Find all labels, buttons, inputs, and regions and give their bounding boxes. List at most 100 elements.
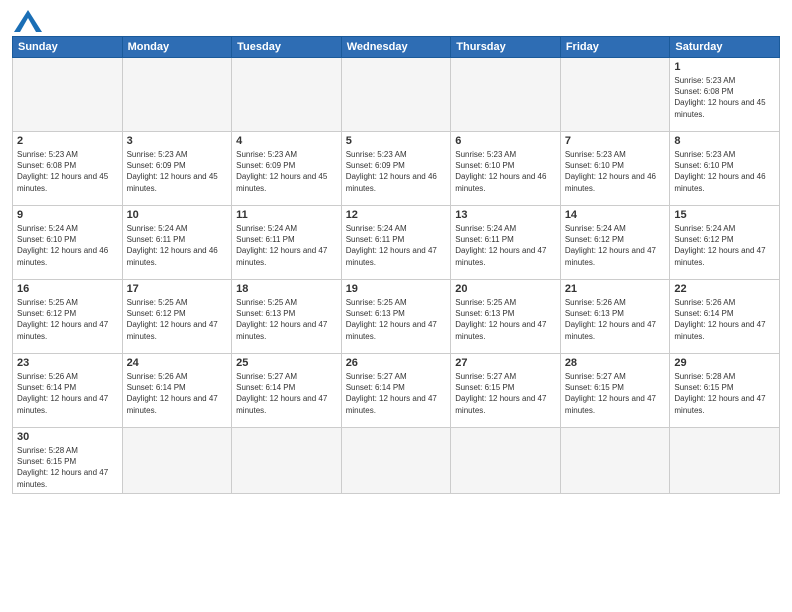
weekday-header-row: SundayMondayTuesdayWednesdayThursdayFrid… — [13, 37, 780, 58]
day-info: Sunrise: 5:28 AM Sunset: 6:15 PM Dayligh… — [17, 445, 118, 490]
calendar-cell: 17 Sunrise: 5:25 AM Sunset: 6:12 PM Dayli… — [122, 280, 232, 354]
day-number: 12 — [346, 209, 447, 221]
day-info: Sunrise: 5:25 AM Sunset: 6:13 PM Dayligh… — [236, 297, 337, 342]
calendar-week-row: 9Sunrise: 5:24 AM Sunset: 6:10 PM Daylig… — [13, 206, 780, 280]
day-info: Sunrise: 5:26 AM Sunset: 6:13 PM Dayligh… — [565, 297, 666, 342]
day-number: 2 — [17, 135, 118, 147]
day-info: Sunrise: 5:24 AM Sunset: 6:11 PM Dayligh… — [127, 223, 228, 268]
calendar-cell: 30 Sunrise: 5:28 AM Sunset: 6:15 PM Dayli… — [13, 428, 123, 494]
calendar-cell — [670, 428, 780, 494]
day-info: Sunrise: 5:23 AM Sunset: 6:08 PM Dayligh… — [17, 149, 118, 194]
day-info: Sunrise: 5:24 AM Sunset: 6:12 PM Dayligh… — [565, 223, 666, 268]
calendar-cell: 1 Sunrise: 5:23 AM Sunset: 6:08 PM Daylig… — [670, 58, 780, 132]
logo — [12, 10, 42, 32]
calendar-cell: 27Sunrise: 5:27 AM Sunset: 6:15 PM Dayli… — [451, 354, 561, 428]
day-number: 3 — [127, 135, 228, 147]
calendar-week-row: 1 Sunrise: 5:23 AM Sunset: 6:08 PM Daylig… — [13, 58, 780, 132]
calendar-cell: 28 Sunrise: 5:27 AM Sunset: 6:15 PM Dayli… — [560, 354, 670, 428]
day-number: 1 — [674, 61, 775, 73]
calendar-cell: 8 Sunrise: 5:23 AM Sunset: 6:10 PM Daylig… — [670, 132, 780, 206]
day-number: 17 — [127, 283, 228, 295]
calendar-cell: 5Sunrise: 5:23 AM Sunset: 6:09 PM Daylig… — [341, 132, 451, 206]
calendar-week-row: 23 Sunrise: 5:26 AM Sunset: 6:14 PM Dayli… — [13, 354, 780, 428]
day-number: 19 — [346, 283, 447, 295]
day-info: Sunrise: 5:28 AM Sunset: 6:15 PM Dayligh… — [674, 371, 775, 416]
day-info: Sunrise: 5:27 AM Sunset: 6:15 PM Dayligh… — [455, 371, 556, 416]
logo-icon — [14, 10, 42, 32]
weekday-header-sunday: Sunday — [13, 37, 123, 58]
calendar-cell — [122, 58, 232, 132]
calendar-cell — [341, 428, 451, 494]
day-info: Sunrise: 5:27 AM Sunset: 6:14 PM Dayligh… — [236, 371, 337, 416]
calendar-table: SundayMondayTuesdayWednesdayThursdayFrid… — [12, 36, 780, 494]
calendar-cell: 29 Sunrise: 5:28 AM Sunset: 6:15 PM Dayli… — [670, 354, 780, 428]
weekday-header-wednesday: Wednesday — [341, 37, 451, 58]
calendar-cell: 13 Sunrise: 5:24 AM Sunset: 6:11 PM Dayli… — [451, 206, 561, 280]
day-number: 13 — [455, 209, 556, 221]
day-info: Sunrise: 5:23 AM Sunset: 6:10 PM Dayligh… — [674, 149, 775, 194]
day-info: Sunrise: 5:25 AM Sunset: 6:12 PM Dayligh… — [17, 297, 118, 342]
day-info: Sunrise: 5:27 AM Sunset: 6:15 PM Dayligh… — [565, 371, 666, 416]
calendar-cell — [232, 58, 342, 132]
calendar-cell: 7Sunrise: 5:23 AM Sunset: 6:10 PM Daylig… — [560, 132, 670, 206]
calendar-cell — [560, 58, 670, 132]
calendar-week-row: 30 Sunrise: 5:28 AM Sunset: 6:15 PM Dayli… — [13, 428, 780, 494]
day-info: Sunrise: 5:26 AM Sunset: 6:14 PM Dayligh… — [674, 297, 775, 342]
calendar-cell — [451, 58, 561, 132]
day-number: 10 — [127, 209, 228, 221]
day-number: 14 — [565, 209, 666, 221]
day-number: 7 — [565, 135, 666, 147]
header — [12, 10, 780, 32]
logo-area — [12, 10, 42, 32]
calendar-cell — [451, 428, 561, 494]
day-number: 30 — [17, 431, 118, 443]
day-info: Sunrise: 5:23 AM Sunset: 6:09 PM Dayligh… — [127, 149, 228, 194]
day-number: 18 — [236, 283, 337, 295]
day-info: Sunrise: 5:26 AM Sunset: 6:14 PM Dayligh… — [17, 371, 118, 416]
calendar-cell: 9Sunrise: 5:24 AM Sunset: 6:10 PM Daylig… — [13, 206, 123, 280]
day-info: Sunrise: 5:25 AM Sunset: 6:12 PM Dayligh… — [127, 297, 228, 342]
calendar-week-row: 2 Sunrise: 5:23 AM Sunset: 6:08 PM Daylig… — [13, 132, 780, 206]
day-info: Sunrise: 5:24 AM Sunset: 6:11 PM Dayligh… — [346, 223, 447, 268]
calendar-cell: 3 Sunrise: 5:23 AM Sunset: 6:09 PM Daylig… — [122, 132, 232, 206]
calendar-cell: 11Sunrise: 5:24 AM Sunset: 6:11 PM Dayli… — [232, 206, 342, 280]
calendar-cell: 24Sunrise: 5:26 AM Sunset: 6:14 PM Dayli… — [122, 354, 232, 428]
day-number: 15 — [674, 209, 775, 221]
calendar-cell: 25 Sunrise: 5:27 AM Sunset: 6:14 PM Dayli… — [232, 354, 342, 428]
day-number: 28 — [565, 357, 666, 369]
calendar-cell — [232, 428, 342, 494]
weekday-header-tuesday: Tuesday — [232, 37, 342, 58]
calendar-cell — [122, 428, 232, 494]
calendar-cell — [560, 428, 670, 494]
day-number: 16 — [17, 283, 118, 295]
day-info: Sunrise: 5:24 AM Sunset: 6:12 PM Dayligh… — [674, 223, 775, 268]
day-number: 21 — [565, 283, 666, 295]
day-number: 24 — [127, 357, 228, 369]
day-info: Sunrise: 5:25 AM Sunset: 6:13 PM Dayligh… — [346, 297, 447, 342]
day-number: 22 — [674, 283, 775, 295]
day-number: 8 — [674, 135, 775, 147]
calendar-cell: 21 Sunrise: 5:26 AM Sunset: 6:13 PM Dayli… — [560, 280, 670, 354]
day-info: Sunrise: 5:23 AM Sunset: 6:10 PM Dayligh… — [455, 149, 556, 194]
calendar-cell: 14 Sunrise: 5:24 AM Sunset: 6:12 PM Dayli… — [560, 206, 670, 280]
day-number: 29 — [674, 357, 775, 369]
calendar-cell: 20Sunrise: 5:25 AM Sunset: 6:13 PM Dayli… — [451, 280, 561, 354]
day-info: Sunrise: 5:23 AM Sunset: 6:08 PM Dayligh… — [674, 75, 775, 120]
weekday-header-saturday: Saturday — [670, 37, 780, 58]
day-info: Sunrise: 5:24 AM Sunset: 6:11 PM Dayligh… — [455, 223, 556, 268]
weekday-header-thursday: Thursday — [451, 37, 561, 58]
calendar-cell: 12 Sunrise: 5:24 AM Sunset: 6:11 PM Dayli… — [341, 206, 451, 280]
calendar-cell: 4Sunrise: 5:23 AM Sunset: 6:09 PM Daylig… — [232, 132, 342, 206]
calendar-cell: 16 Sunrise: 5:25 AM Sunset: 6:12 PM Dayli… — [13, 280, 123, 354]
day-info: Sunrise: 5:27 AM Sunset: 6:14 PM Dayligh… — [346, 371, 447, 416]
day-number: 25 — [236, 357, 337, 369]
day-number: 4 — [236, 135, 337, 147]
day-number: 23 — [17, 357, 118, 369]
calendar-week-row: 16 Sunrise: 5:25 AM Sunset: 6:12 PM Dayli… — [13, 280, 780, 354]
day-info: Sunrise: 5:23 AM Sunset: 6:09 PM Dayligh… — [346, 149, 447, 194]
weekday-header-monday: Monday — [122, 37, 232, 58]
calendar-cell — [341, 58, 451, 132]
day-info: Sunrise: 5:24 AM Sunset: 6:11 PM Dayligh… — [236, 223, 337, 268]
day-info: Sunrise: 5:25 AM Sunset: 6:13 PM Dayligh… — [455, 297, 556, 342]
calendar-cell: 10 Sunrise: 5:24 AM Sunset: 6:11 PM Dayli… — [122, 206, 232, 280]
